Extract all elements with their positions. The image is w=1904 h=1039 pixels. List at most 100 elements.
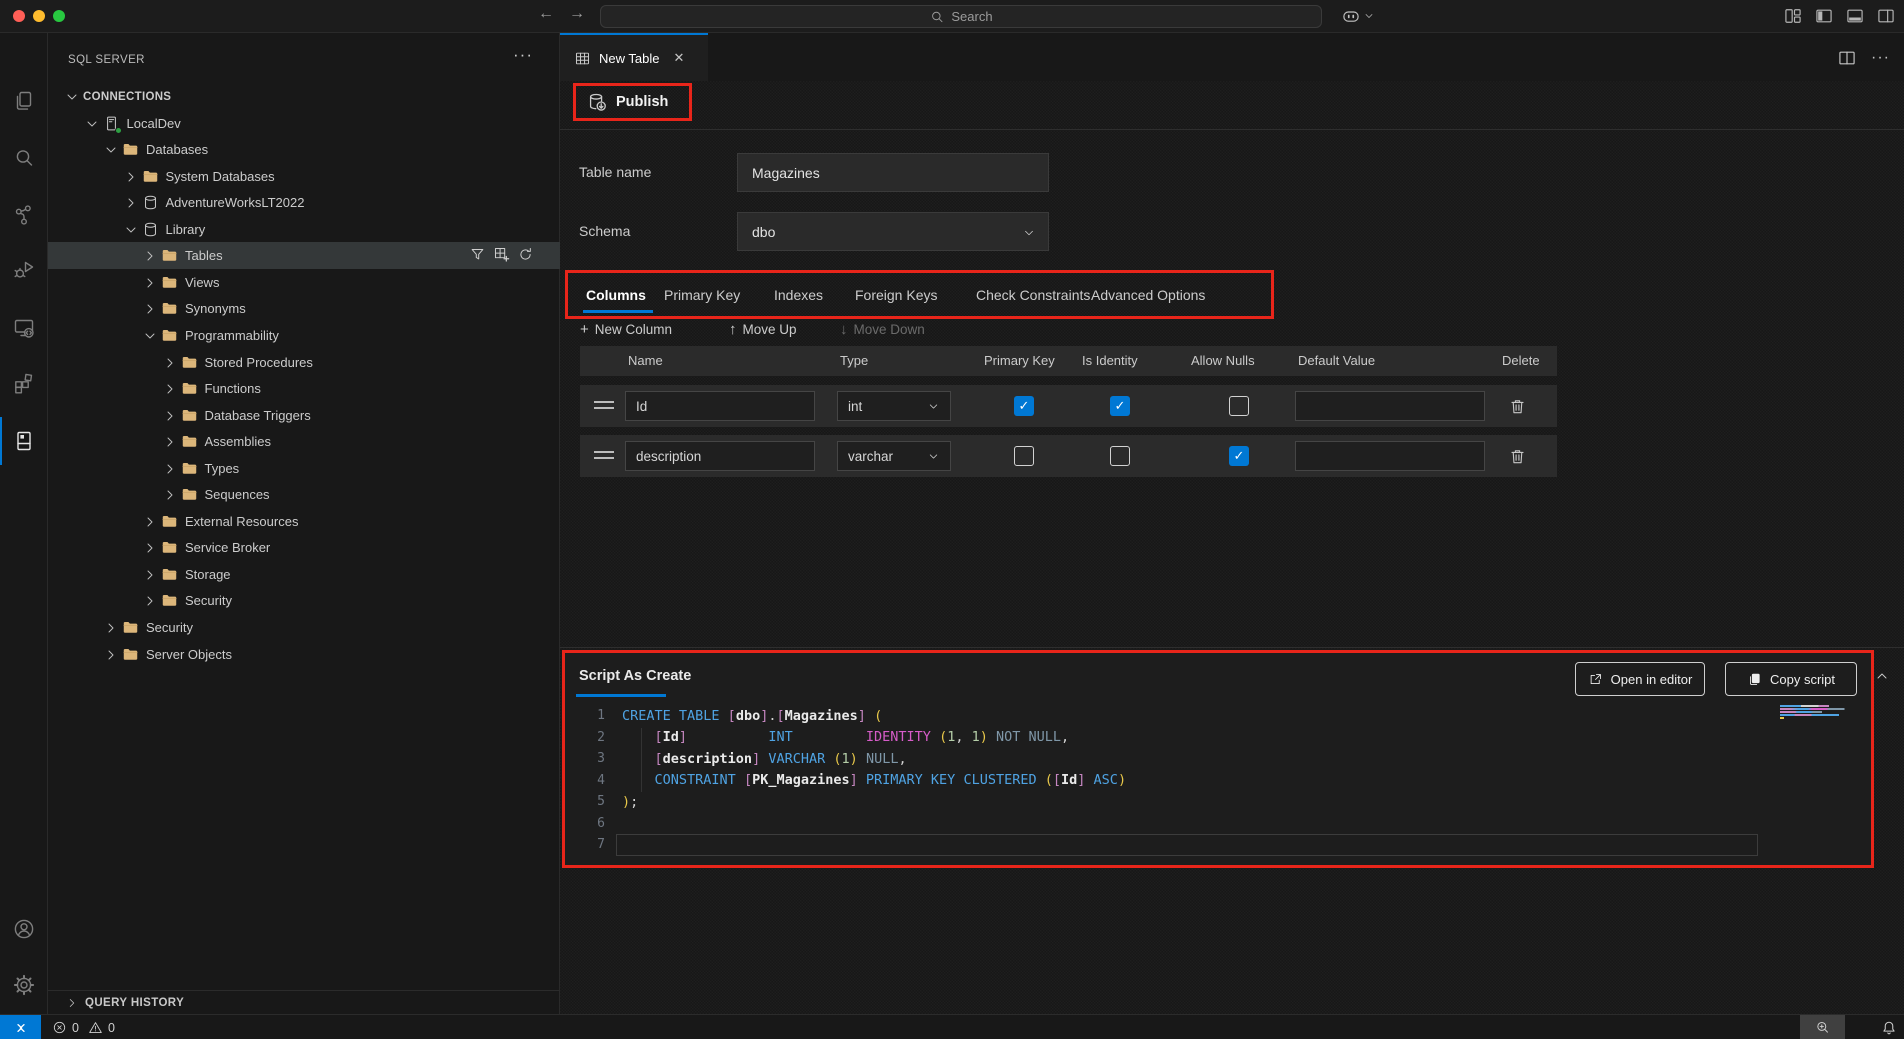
primary-key-checkbox[interactable] <box>1014 446 1034 466</box>
column-header-type: Type <box>840 346 868 376</box>
editor-more-actions-icon[interactable]: ··· <box>1871 49 1890 67</box>
tab-foreign-keys[interactable]: Foreign Keys <box>855 273 937 316</box>
script-tab-label[interactable]: Script As Create <box>579 668 691 684</box>
copilot-status-icon[interactable] <box>1853 1018 1872 1037</box>
tab-indexes[interactable]: Indexes <box>774 273 823 316</box>
tab-advanced-options[interactable]: Advanced Options <box>1091 273 1205 316</box>
minimize-window-button[interactable] <box>33 10 45 22</box>
copy-script-button[interactable]: Copy script <box>1725 662 1857 696</box>
tree-item-stored-procedures[interactable]: Stored Procedures <box>48 349 560 376</box>
tree-item-synonyms[interactable]: Synonyms <box>48 295 560 322</box>
zoom-window-button[interactable] <box>53 10 65 22</box>
new-column-button[interactable]: +New Column <box>580 316 672 342</box>
nav-back-button[interactable]: ← <box>535 5 557 23</box>
column-type-select[interactable]: varchar <box>837 441 951 471</box>
column-name-input[interactable]: Id <box>625 391 815 421</box>
layout-customize-icon[interactable] <box>1783 6 1803 26</box>
allow-nulls-checkbox[interactable]: ✓ <box>1229 446 1249 466</box>
tree-item-views[interactable]: Views <box>48 269 560 296</box>
tree-item-external-resources[interactable]: External Resources <box>48 508 560 535</box>
open-in-editor-button[interactable]: Open in editor <box>1575 662 1705 696</box>
delete-trash-icon[interactable] <box>1508 397 1527 416</box>
schema-select[interactable]: dbo <box>737 212 1049 251</box>
notifications-bell-icon[interactable] <box>1880 1019 1898 1037</box>
chevron-down-icon <box>1022 226 1036 240</box>
tree-item-localdev[interactable]: LocalDev <box>48 110 560 137</box>
allow-nulls-checkbox[interactable] <box>1229 396 1249 416</box>
folder-icon <box>161 274 178 291</box>
close-tab-icon[interactable]: ✕ <box>673 50 684 66</box>
arrow-up-icon: ↑ <box>729 321 737 338</box>
sql-server-icon <box>12 429 36 453</box>
query-history-section[interactable]: QUERY HISTORY <box>48 990 560 1015</box>
copilot-menu-button[interactable] <box>1341 6 1375 26</box>
activity-item-run-debug[interactable] <box>0 246 48 294</box>
is-identity-checkbox[interactable]: ✓ <box>1110 396 1130 416</box>
panel-right-icon[interactable] <box>1876 6 1896 26</box>
tree-item-security[interactable]: Security <box>48 614 560 641</box>
tree-item-databases[interactable]: Databases <box>48 136 560 163</box>
column-header-is-identity: Is Identity <box>1082 346 1138 376</box>
tree-item-storage[interactable]: Storage <box>48 561 560 588</box>
tree-item-functions[interactable]: Functions <box>48 375 560 402</box>
activity-item-search[interactable] <box>0 134 48 182</box>
chevron-right-icon <box>142 301 158 317</box>
tree-item-system-databases[interactable]: System Databases <box>48 163 560 190</box>
code-text: CONSTRAINT [PK_Magazines] PRIMARY KEY CL… <box>622 772 1126 788</box>
tree-item-service-broker[interactable]: Service Broker <box>48 534 560 561</box>
publish-button[interactable]: Publish <box>573 83 692 121</box>
default-value-input[interactable] <box>1295 391 1485 421</box>
collapse-panel-icon[interactable] <box>1874 668 1890 684</box>
more-actions-icon[interactable]: ··· <box>513 45 533 65</box>
tab-check-constraints[interactable]: Check Constraints <box>976 273 1090 316</box>
table-name-input[interactable] <box>737 153 1049 192</box>
title-bar: ← → Search <box>0 0 1904 33</box>
tree-item-assemblies[interactable]: Assemblies <box>48 428 560 455</box>
tree-item-security[interactable]: Security <box>48 587 560 614</box>
primary-key-checkbox[interactable]: ✓ <box>1014 396 1034 416</box>
tree-item-connections[interactable]: CONNECTIONS <box>48 83 560 110</box>
default-value-input[interactable] <box>1295 441 1485 471</box>
tree-item-types[interactable]: Types <box>48 455 560 482</box>
command-center-search[interactable]: Search <box>600 5 1322 28</box>
activity-item-settings-gear[interactable] <box>0 961 48 1009</box>
tree-item-database-triggers[interactable]: Database Triggers <box>48 402 560 429</box>
tree-item-library[interactable]: Library <box>48 216 560 243</box>
drag-handle[interactable] <box>594 451 614 459</box>
new-table-icon[interactable] <box>493 246 510 263</box>
tree-inline-actions <box>469 246 534 263</box>
grid-toolbar: +New Column↑Move Up↓Move Down <box>560 316 1560 342</box>
activity-item-extensions[interactable] <box>0 359 48 407</box>
move-up-button[interactable]: ↑Move Up <box>729 316 797 342</box>
zoom-status-button[interactable] <box>1800 1015 1845 1039</box>
activity-item-source-control[interactable] <box>0 191 48 239</box>
split-editor-icon[interactable] <box>1837 48 1857 68</box>
close-window-button[interactable] <box>13 10 25 22</box>
account-icon <box>12 917 36 941</box>
column-name-input[interactable]: description <box>625 441 815 471</box>
nav-forward-button[interactable]: → <box>566 5 588 23</box>
problems-indicator[interactable]: 0 0 <box>52 1015 115 1039</box>
activity-item-files[interactable] <box>0 77 48 125</box>
tree-item-tables[interactable]: Tables <box>48 242 560 269</box>
tree-item-adventureworkslt2022[interactable]: AdventureWorksLT2022 <box>48 189 560 216</box>
activity-item-sql-server[interactable] <box>0 417 48 465</box>
column-type-select[interactable]: int <box>837 391 951 421</box>
delete-trash-icon[interactable] <box>1508 447 1527 466</box>
vscode-window: ← → Search SQL SERVER ··· CONNECTIONSLoc… <box>0 0 1904 1039</box>
tree-item-sequences[interactable]: Sequences <box>48 481 560 508</box>
is-identity-checkbox[interactable] <box>1110 446 1130 466</box>
refresh-icon[interactable] <box>517 246 534 263</box>
remote-indicator[interactable] <box>0 1015 41 1039</box>
drag-handle[interactable] <box>594 401 614 409</box>
column-row-id: Idint ✓ ✓ <box>580 385 1557 427</box>
tab-new-table[interactable]: New Table ✕ <box>560 33 708 81</box>
filter-icon[interactable] <box>469 246 486 263</box>
panel-left-icon[interactable] <box>1814 6 1834 26</box>
tab-primary-key[interactable]: Primary Key <box>664 273 740 316</box>
activity-item-remote-explorer[interactable] <box>0 304 48 352</box>
tree-item-programmability[interactable]: Programmability <box>48 322 560 349</box>
tree-item-server-objects[interactable]: Server Objects <box>48 641 560 668</box>
activity-item-account[interactable] <box>0 905 48 953</box>
panel-bottom-icon[interactable] <box>1845 6 1865 26</box>
